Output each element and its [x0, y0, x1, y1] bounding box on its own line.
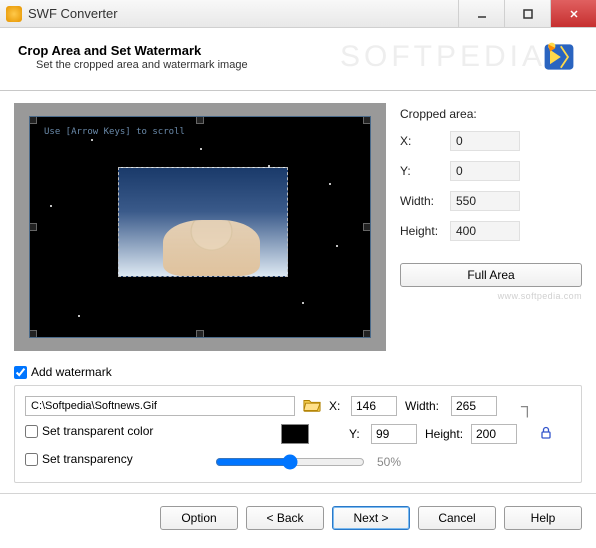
- crop-handle-tl[interactable]: [29, 116, 37, 124]
- preview-hint: Use [Arrow Keys] to scroll: [44, 127, 185, 137]
- page-title: Crop Area and Set Watermark: [18, 43, 248, 58]
- set-transparent-color-checkbox[interactable]: [25, 425, 38, 438]
- minimize-button[interactable]: [458, 0, 504, 27]
- crop-selection[interactable]: [118, 167, 288, 277]
- next-button[interactable]: Next >: [332, 506, 410, 530]
- crop-handle-ml[interactable]: [29, 223, 37, 231]
- wm-x-input[interactable]: [351, 396, 397, 416]
- transparent-color-swatch[interactable]: [281, 424, 309, 444]
- wm-height-input[interactable]: [471, 424, 517, 444]
- wm-x-label: X:: [329, 399, 343, 413]
- wm-width-input[interactable]: [451, 396, 497, 416]
- cropped-area-label: Cropped area:: [400, 107, 582, 121]
- lock-icon[interactable]: [539, 426, 553, 443]
- help-button[interactable]: Help: [504, 506, 582, 530]
- window-title: SWF Converter: [28, 6, 458, 21]
- crop-width-input[interactable]: [450, 191, 520, 211]
- close-button[interactable]: [550, 0, 596, 27]
- crop-y-label: Y:: [400, 164, 450, 178]
- crop-x-input[interactable]: [450, 131, 520, 151]
- wm-y-label: Y:: [349, 427, 363, 441]
- bracket-top: ┐: [521, 402, 534, 411]
- crop-y-input[interactable]: [450, 161, 520, 181]
- set-transparency-checkbox[interactable]: [25, 453, 38, 466]
- crop-handle-bl[interactable]: [29, 330, 37, 338]
- crop-height-input[interactable]: [450, 221, 520, 241]
- crop-x-label: X:: [400, 134, 450, 148]
- watermark-group: X: Width: ┐ Set transparent color Y: Hei…: [14, 385, 582, 483]
- cancel-button[interactable]: Cancel: [418, 506, 496, 530]
- full-area-button[interactable]: Full Area: [400, 263, 582, 287]
- crop-width-label: Width:: [400, 194, 450, 208]
- softpedia-url: www.softpedia.com: [400, 291, 582, 301]
- crop-handle-tm[interactable]: [196, 116, 204, 124]
- transparency-value: 50%: [377, 455, 401, 469]
- app-logo-icon: [540, 38, 578, 76]
- option-button[interactable]: Option: [160, 506, 238, 530]
- wm-y-input[interactable]: [371, 424, 417, 444]
- app-icon: [6, 6, 22, 22]
- transparency-slider[interactable]: [215, 454, 365, 470]
- crop-handle-mr[interactable]: [363, 223, 371, 231]
- back-button[interactable]: < Back: [246, 506, 324, 530]
- wm-height-label: Height:: [425, 427, 463, 441]
- browse-icon[interactable]: [303, 397, 321, 416]
- maximize-button[interactable]: [504, 0, 550, 27]
- set-transparency-label: Set transparency: [42, 452, 133, 466]
- preview-canvas[interactable]: Use [Arrow Keys] to scroll: [14, 103, 386, 351]
- set-transparent-color-label: Set transparent color: [42, 424, 153, 438]
- add-watermark-checkbox[interactable]: [14, 366, 27, 379]
- crop-handle-tr[interactable]: [363, 116, 371, 124]
- crop-handle-bm[interactable]: [196, 330, 204, 338]
- add-watermark-label: Add watermark: [31, 365, 112, 379]
- titlebar: SWF Converter: [0, 0, 596, 28]
- wm-width-label: Width:: [405, 399, 443, 413]
- watermark-path-input[interactable]: [25, 396, 295, 416]
- button-bar: Option < Back Next > Cancel Help: [0, 493, 596, 542]
- crop-handle-br[interactable]: [363, 330, 371, 338]
- wizard-header: Crop Area and Set Watermark Set the crop…: [0, 28, 596, 91]
- crop-height-label: Height:: [400, 224, 450, 238]
- page-subtitle: Set the cropped area and watermark image: [36, 59, 248, 71]
